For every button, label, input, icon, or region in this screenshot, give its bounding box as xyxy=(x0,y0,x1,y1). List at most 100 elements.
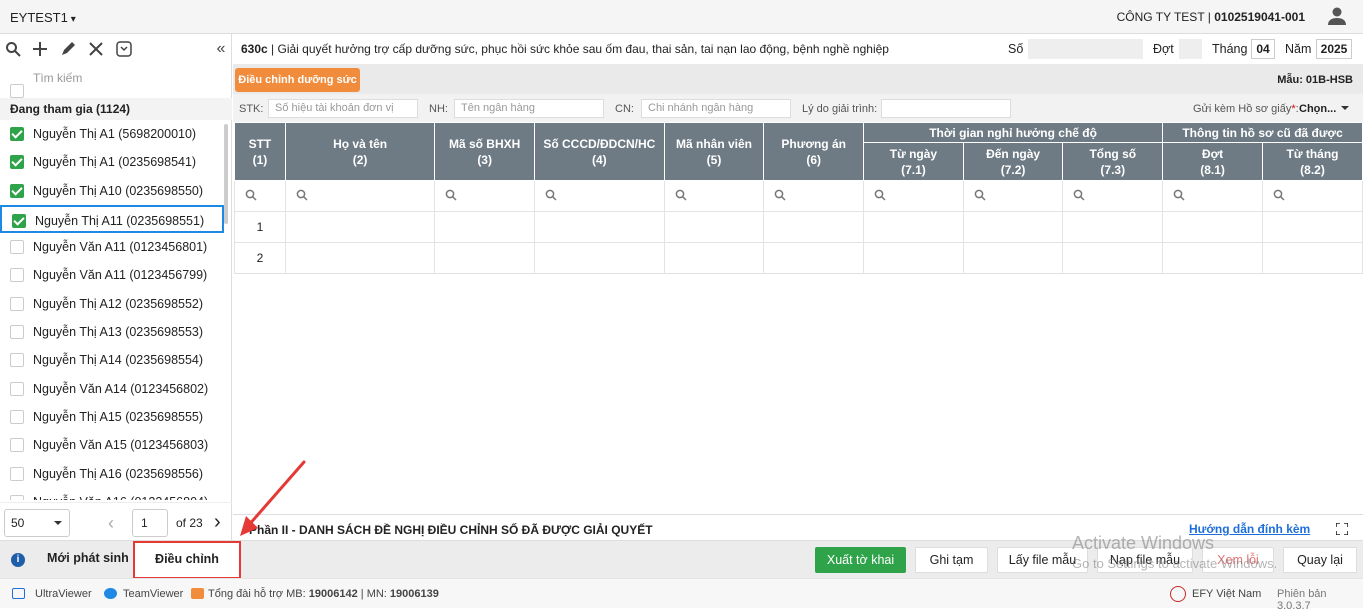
column-header[interactable]: Từ tháng (8.2) xyxy=(1262,142,1363,181)
table-cell[interactable] xyxy=(763,242,865,274)
column-header[interactable]: Đợt (8.1) xyxy=(1162,142,1264,181)
employee-item[interactable]: Nguyễn Thị A10 (0235698550) xyxy=(0,177,224,205)
table-cell[interactable] xyxy=(1262,242,1363,274)
branch-input[interactable]: Chi nhánh ngân hàng xyxy=(641,99,791,118)
column-header[interactable]: Họ và tên (2) xyxy=(284,122,436,181)
column-header[interactable]: Số CCCD/ĐDCN/HC (4) xyxy=(534,122,665,181)
info-icon[interactable]: i xyxy=(11,553,25,567)
stk-input[interactable]: Số hiệu tài khoản đơn vị xyxy=(268,99,418,118)
export-button[interactable]: Xuất tờ khai xyxy=(815,547,906,573)
employee-item[interactable]: Nguyễn Thị A15 (0235698555) xyxy=(0,403,224,431)
employee-checkbox[interactable] xyxy=(10,155,24,170)
column-header[interactable]: Tổng số (7.3) xyxy=(1062,142,1164,181)
employee-item[interactable]: Nguyễn Văn A16 (0123456804) xyxy=(0,488,224,500)
employee-item[interactable]: Nguyễn Thị A11 (0235698551) xyxy=(0,204,224,234)
so-field[interactable] xyxy=(1028,39,1143,59)
employee-checkbox[interactable] xyxy=(10,381,24,396)
table-cell[interactable] xyxy=(663,242,765,274)
table-cell[interactable] xyxy=(663,211,765,243)
table-cell[interactable] xyxy=(1062,211,1164,243)
column-header[interactable]: Đến ngày (7.2) xyxy=(962,142,1064,181)
filter-search-icon[interactable] xyxy=(234,180,286,212)
table-cell[interactable] xyxy=(284,211,436,243)
column-header[interactable]: STT (1) xyxy=(234,122,286,181)
employee-checkbox[interactable] xyxy=(10,127,24,141)
add-icon[interactable] xyxy=(31,40,49,58)
table-row[interactable]: 1 xyxy=(234,211,1363,243)
employee-checkbox[interactable] xyxy=(10,438,24,453)
employee-checkbox[interactable] xyxy=(10,240,24,255)
filter-search-icon[interactable] xyxy=(434,180,535,212)
edit-icon[interactable] xyxy=(59,40,77,58)
table-cell[interactable] xyxy=(962,242,1064,274)
employee-item[interactable]: Nguyễn Văn A11 (0123456799) xyxy=(0,261,224,289)
employee-checkbox[interactable] xyxy=(10,183,24,198)
filter-search-icon[interactable] xyxy=(534,180,665,212)
employee-checkbox[interactable] xyxy=(10,268,24,283)
column-header[interactable]: Mã số BHXH (3) xyxy=(434,122,535,181)
prev-page-icon[interactable]: ‹ xyxy=(108,513,114,534)
employee-checkbox[interactable] xyxy=(10,325,24,340)
employee-item[interactable]: Nguyễn Văn A14 (0123456802) xyxy=(0,375,224,403)
filter-search-icon[interactable] xyxy=(1062,180,1164,212)
employee-item[interactable]: Nguyễn Thị A16 (0235698556) xyxy=(0,460,224,488)
filter-search-icon[interactable] xyxy=(1262,180,1363,212)
table-cell[interactable] xyxy=(863,211,964,243)
page-size-select[interactable]: 50 xyxy=(4,509,70,537)
bank-name-input[interactable]: Tên ngân hàng xyxy=(454,99,604,118)
column-header[interactable]: Phương án (6) xyxy=(763,122,865,181)
table-cell[interactable] xyxy=(1262,211,1363,243)
ultraviewer-link[interactable]: UltraViewer xyxy=(35,588,92,600)
table-cell[interactable] xyxy=(434,211,535,243)
filter-search-icon[interactable] xyxy=(663,180,765,212)
employee-checkbox[interactable] xyxy=(10,409,24,424)
adjust-recovery-button[interactable]: Điều chỉnh dưỡng sức xyxy=(235,68,360,92)
employee-item[interactable]: Nguyễn Văn A15 (0123456803) xyxy=(0,431,224,459)
collapse-icon[interactable]: « xyxy=(212,40,230,58)
employee-item[interactable]: Nguyễn Văn A11 (0123456801) xyxy=(0,233,224,261)
thang-field[interactable]: 04 xyxy=(1251,39,1275,59)
table-cell[interactable] xyxy=(534,242,665,274)
nam-field[interactable]: 2025 xyxy=(1316,39,1352,59)
employee-checkbox[interactable] xyxy=(10,494,24,500)
employee-checkbox[interactable] xyxy=(12,213,26,228)
employee-checkbox[interactable] xyxy=(10,353,24,368)
employee-checkbox[interactable] xyxy=(10,296,24,311)
user-icon[interactable] xyxy=(1327,6,1347,26)
table-cell[interactable] xyxy=(1162,211,1264,243)
table-cell[interactable] xyxy=(962,211,1064,243)
employee-item[interactable]: Nguyễn Thị A1 (5698200010) xyxy=(0,120,224,148)
filter-search-icon[interactable] xyxy=(863,180,964,212)
table-row[interactable]: 2 xyxy=(234,242,1363,274)
page-input[interactable]: 1 xyxy=(132,509,168,537)
employee-item[interactable]: Nguyễn Thị A14 (0235698554) xyxy=(0,346,224,374)
app-switcher[interactable]: EYTEST1 ▾ xyxy=(10,10,76,25)
filter-search-icon[interactable] xyxy=(284,180,436,212)
reason-input[interactable] xyxy=(881,99,1011,118)
filter-search-icon[interactable] xyxy=(763,180,865,212)
column-header[interactable]: Mã nhân viên (5) xyxy=(663,122,765,181)
tab-adjust[interactable]: Điều chỉnh xyxy=(133,541,241,579)
select-dropdown-icon[interactable] xyxy=(115,40,133,58)
delete-icon[interactable] xyxy=(87,40,105,58)
scrollbar[interactable] xyxy=(224,124,228,224)
back-button[interactable]: Quay lại xyxy=(1283,547,1357,573)
employee-item[interactable]: Nguyễn Thị A1 (0235698541) xyxy=(0,148,224,176)
tab-new[interactable]: Mới phát sinh xyxy=(47,551,129,565)
table-cell[interactable] xyxy=(1162,242,1264,274)
next-page-icon[interactable]: › xyxy=(214,511,221,534)
employee-item[interactable]: Nguyễn Thị A12 (0235698552) xyxy=(0,290,224,318)
employee-item[interactable]: Nguyễn Thị A13 (0235698553) xyxy=(0,318,224,346)
employee-checkbox[interactable] xyxy=(10,466,24,481)
filter-search-icon[interactable] xyxy=(962,180,1064,212)
search-icon[interactable] xyxy=(4,40,22,58)
dot-field[interactable] xyxy=(1179,39,1202,59)
save-draft-button[interactable]: Ghi tạm xyxy=(915,547,988,573)
column-header[interactable]: Từ ngày (7.1) xyxy=(863,142,964,181)
table-cell[interactable] xyxy=(863,242,964,274)
attach-select[interactable]: Chọn... xyxy=(1299,103,1349,115)
teamviewer-link[interactable]: TeamViewer xyxy=(123,588,183,600)
table-cell[interactable] xyxy=(763,211,865,243)
filter-search-icon[interactable] xyxy=(1162,180,1264,212)
table-cell[interactable] xyxy=(284,242,436,274)
